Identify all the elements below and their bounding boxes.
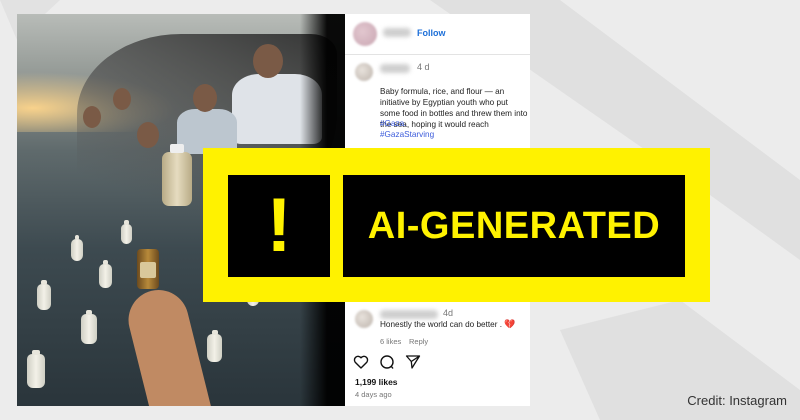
image-credit: Credit: Instagram [687, 393, 787, 408]
caption-time: 4 d [417, 62, 430, 72]
hashtag-gazastarving[interactable]: #GazaStarving [380, 130, 434, 139]
bottle [207, 330, 222, 362]
comment-text: Honestly the world can do better . 💔 [380, 319, 515, 330]
user-avatar[interactable] [353, 22, 377, 46]
bottle [81, 310, 97, 344]
hashtag-gaza[interactable]: #Gaza. [380, 119, 406, 128]
broken-heart-icon: 💔 [504, 319, 516, 329]
jar-label [140, 262, 156, 278]
man-head [137, 122, 159, 148]
bottle [99, 260, 112, 288]
held-bottle [162, 144, 192, 206]
man-head [193, 84, 217, 112]
author-avatar[interactable] [355, 63, 373, 81]
bottle [71, 235, 83, 261]
bottle [121, 220, 132, 244]
post-date: 4 days ago [355, 390, 392, 399]
post-likes[interactable]: 1,199 likes [355, 377, 398, 387]
commenter-avatar[interactable] [355, 310, 373, 328]
reply-button[interactable]: Reply [409, 337, 428, 346]
bottle [27, 350, 45, 388]
ai-generated-label: AI-GENERATED [367, 205, 661, 247]
follow-button[interactable]: Follow [417, 28, 446, 38]
heart-icon[interactable] [353, 354, 369, 370]
comment-icon[interactable] [379, 354, 395, 370]
blurred-commenter-name[interactable] [380, 310, 438, 319]
comment-body: Honestly the world can do better . [380, 320, 502, 329]
blurred-username[interactable] [383, 28, 411, 37]
bottle [37, 280, 51, 310]
divider [345, 54, 530, 55]
comment-likes[interactable]: 6 likes [380, 337, 401, 346]
man-head [83, 106, 101, 128]
man-head [113, 88, 131, 110]
share-icon[interactable] [405, 354, 421, 370]
blurred-author-name[interactable] [380, 64, 410, 73]
hand [122, 283, 212, 406]
exclamation-icon: ! [266, 183, 292, 268]
man-head [253, 44, 283, 78]
comment-time: 4d [443, 308, 454, 318]
